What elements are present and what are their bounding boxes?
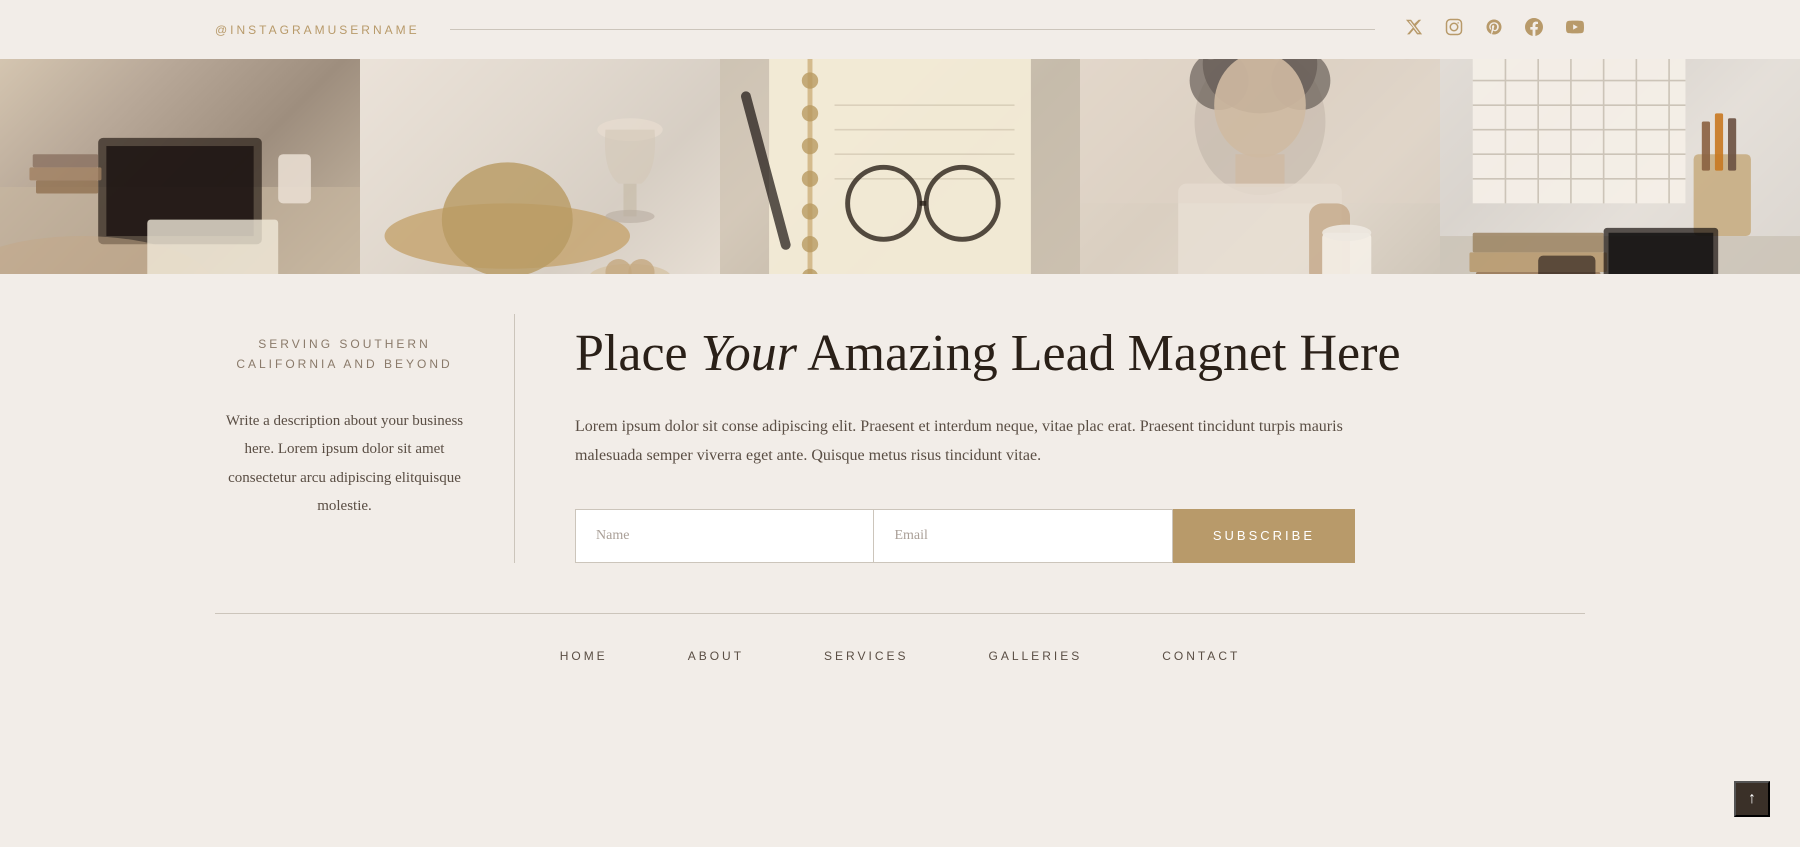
footer-nav-bar: HOME ABOUT SERVICES GALLERIES CONTACT	[0, 614, 1800, 693]
main-content: SERVING SOUTHERN CALIFORNIA AND BEYOND W…	[215, 274, 1585, 613]
nav-contact[interactable]: CONTACT	[1162, 649, 1240, 663]
title-text-end: Amazing Lead Magnet Here	[797, 325, 1401, 382]
subscribe-button[interactable]: SUBSCRIBE	[1173, 509, 1355, 563]
photo-cell-3	[720, 59, 1080, 274]
header-bar: @INSTAGRAMUSERNAME	[0, 0, 1800, 59]
name-input[interactable]	[575, 509, 873, 563]
left-sidebar: SERVING SOUTHERN CALIFORNIA AND BEYOND W…	[215, 314, 515, 563]
header-divider-line	[450, 29, 1375, 30]
sidebar-description: Write a description about your business …	[215, 407, 474, 521]
sidebar-tagline: SERVING SOUTHERN CALIFORNIA AND BEYOND	[236, 334, 452, 375]
photo-cell-5	[1440, 59, 1800, 274]
lead-magnet-section: Place Your Amazing Lead Magnet Here Lore…	[515, 314, 1585, 563]
photo-cell-4	[1080, 59, 1440, 274]
footer-nav: HOME ABOUT SERVICES GALLERIES CONTACT	[0, 614, 1800, 693]
title-text-start: Place	[575, 325, 701, 382]
lead-magnet-description: Lorem ipsum dolor sit conse adipiscing e…	[575, 412, 1355, 471]
twitter-icon[interactable]	[1405, 18, 1423, 41]
email-input[interactable]	[873, 509, 1172, 563]
pinterest-icon[interactable]	[1485, 18, 1503, 41]
instagram-photo-strip	[0, 59, 1800, 274]
scroll-to-top-button[interactable]: ↑	[1734, 781, 1770, 817]
photo-cell-2	[360, 59, 720, 274]
social-nav	[1405, 18, 1585, 41]
instagram-icon[interactable]	[1445, 18, 1463, 41]
nav-galleries[interactable]: GALLERIES	[989, 649, 1083, 663]
facebook-icon[interactable]	[1525, 18, 1543, 41]
nav-services[interactable]: SERVICES	[824, 649, 908, 663]
instagram-handle[interactable]: @INSTAGRAMUSERNAME	[215, 23, 420, 37]
subscribe-form: SUBSCRIBE	[575, 509, 1355, 563]
youtube-icon[interactable]	[1565, 18, 1585, 41]
nav-about[interactable]: ABOUT	[688, 649, 744, 663]
nav-home[interactable]: HOME	[560, 649, 608, 663]
photo-cell-1	[0, 59, 360, 274]
title-text-italic: Your	[701, 325, 797, 382]
lead-magnet-title: Place Your Amazing Lead Magnet Here	[575, 324, 1585, 384]
